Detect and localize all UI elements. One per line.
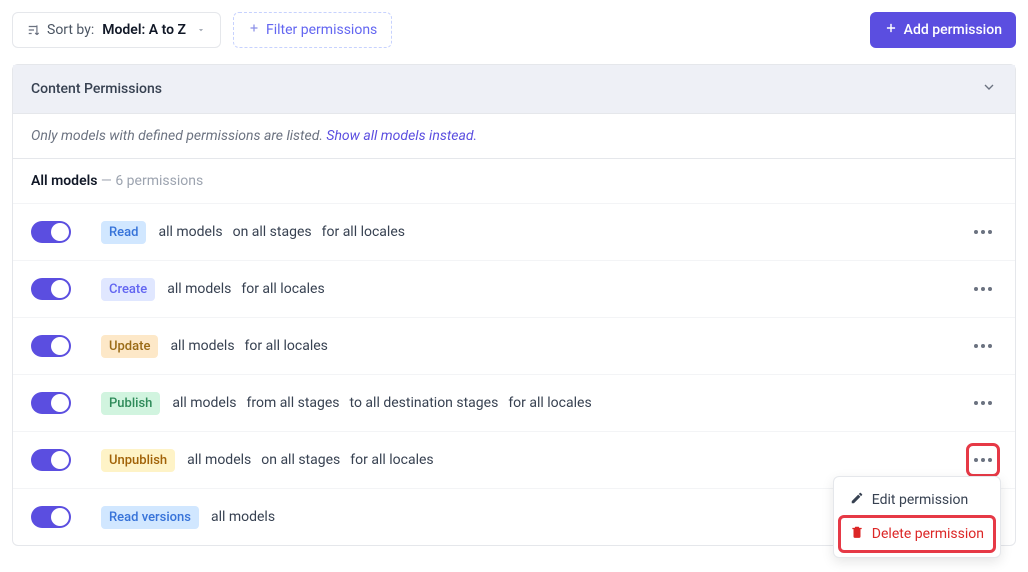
scope: all models [211,509,275,525]
chevron-down-icon [981,79,997,99]
toggle[interactable] [31,506,71,528]
scope-segment: for all locales [508,395,591,411]
scope-segment: on all stages [233,224,312,240]
scope-segment: for all locales [241,281,324,297]
toggle[interactable] [31,449,71,471]
caret-down-icon [196,25,206,35]
toggle[interactable] [31,278,71,300]
toggle[interactable] [31,335,71,357]
scope: all models on all stages for all locales [158,224,405,240]
action-badge: Update [101,335,158,358]
action-badge: Unpublish [101,449,175,472]
permission-row: Read all models on all stages for all local… [13,204,1015,261]
row-actions-button[interactable] [969,275,997,303]
edit-permission-item[interactable]: Edit permission [840,483,994,517]
action-badge: Read versions [101,506,199,529]
permission-row: Update all models for all locales [13,318,1015,375]
delete-permission-item[interactable]: Delete permission [840,517,994,551]
sort-button[interactable]: Sort by: Model: A to Z [12,12,221,48]
permission-row: Unpublish all models on all stages for all … [13,432,1015,489]
sort-icon [27,23,41,37]
toggle[interactable] [31,392,71,414]
scope-segment: for all locales [350,452,433,468]
plus-icon [884,21,898,39]
add-label: Add permission [904,22,1002,38]
notice-text: Only models with defined permissions are… [31,128,323,144]
trash-icon [850,525,864,543]
scope-segment: all models [158,224,222,240]
group-count: — 6 permissions [101,173,203,189]
notice: Only models with defined permissions are… [13,114,1015,159]
add-permission-button[interactable]: Add permission [870,12,1016,48]
row-actions-button[interactable] [969,218,997,246]
row-actions-button[interactable] [969,389,997,417]
panel-title: Content Permissions [31,81,162,97]
toolbar: Sort by: Model: A to Z Filter permission… [12,12,1016,48]
panel-header[interactable]: Content Permissions [13,65,1015,114]
scope: all models for all locales [167,281,324,297]
permission-row: Create all models for all locales [13,261,1015,318]
row-actions-button[interactable] [969,446,997,474]
scope-segment: to all destination stages [350,395,499,411]
row-actions-button[interactable] [969,332,997,360]
group-title: All models [31,173,97,189]
group-header: All models — 6 permissions [13,159,1015,204]
scope-segment: on all stages [261,452,340,468]
permission-row: Publish all models from all stages to all d… [13,375,1015,432]
scope-segment: from all stages [246,395,339,411]
filter-permissions-button[interactable]: Filter permissions [233,12,392,48]
delete-label: Delete permission [872,526,984,542]
scope: all models on all stages for all locales [187,452,434,468]
sort-value: Model: A to Z [100,22,186,38]
action-badge: Read [101,221,146,244]
content-permissions-panel: Content Permissions Only models with def… [12,64,1016,546]
action-badge: Publish [101,392,160,415]
sort-label: Sort by: [47,22,94,38]
show-all-models-link[interactable]: Show all models instead. [326,128,477,144]
scope-segment: all models [211,509,275,525]
scope-segment: all models [172,395,236,411]
toggle[interactable] [31,221,71,243]
edit-label: Edit permission [872,492,968,508]
scope: all models from all stages to all destinat… [172,395,591,411]
scope: all models for all locales [170,338,327,354]
filter-label: Filter permissions [266,22,377,38]
scope-segment: for all locales [322,224,405,240]
scope-segment: for all locales [245,338,328,354]
scope-segment: all models [167,281,231,297]
scope-segment: all models [187,452,251,468]
row-actions-menu: Edit permission Delete permission [833,476,1001,558]
plus-icon [248,22,260,38]
action-badge: Create [101,278,155,301]
pencil-icon [850,491,864,509]
scope-segment: all models [170,338,234,354]
